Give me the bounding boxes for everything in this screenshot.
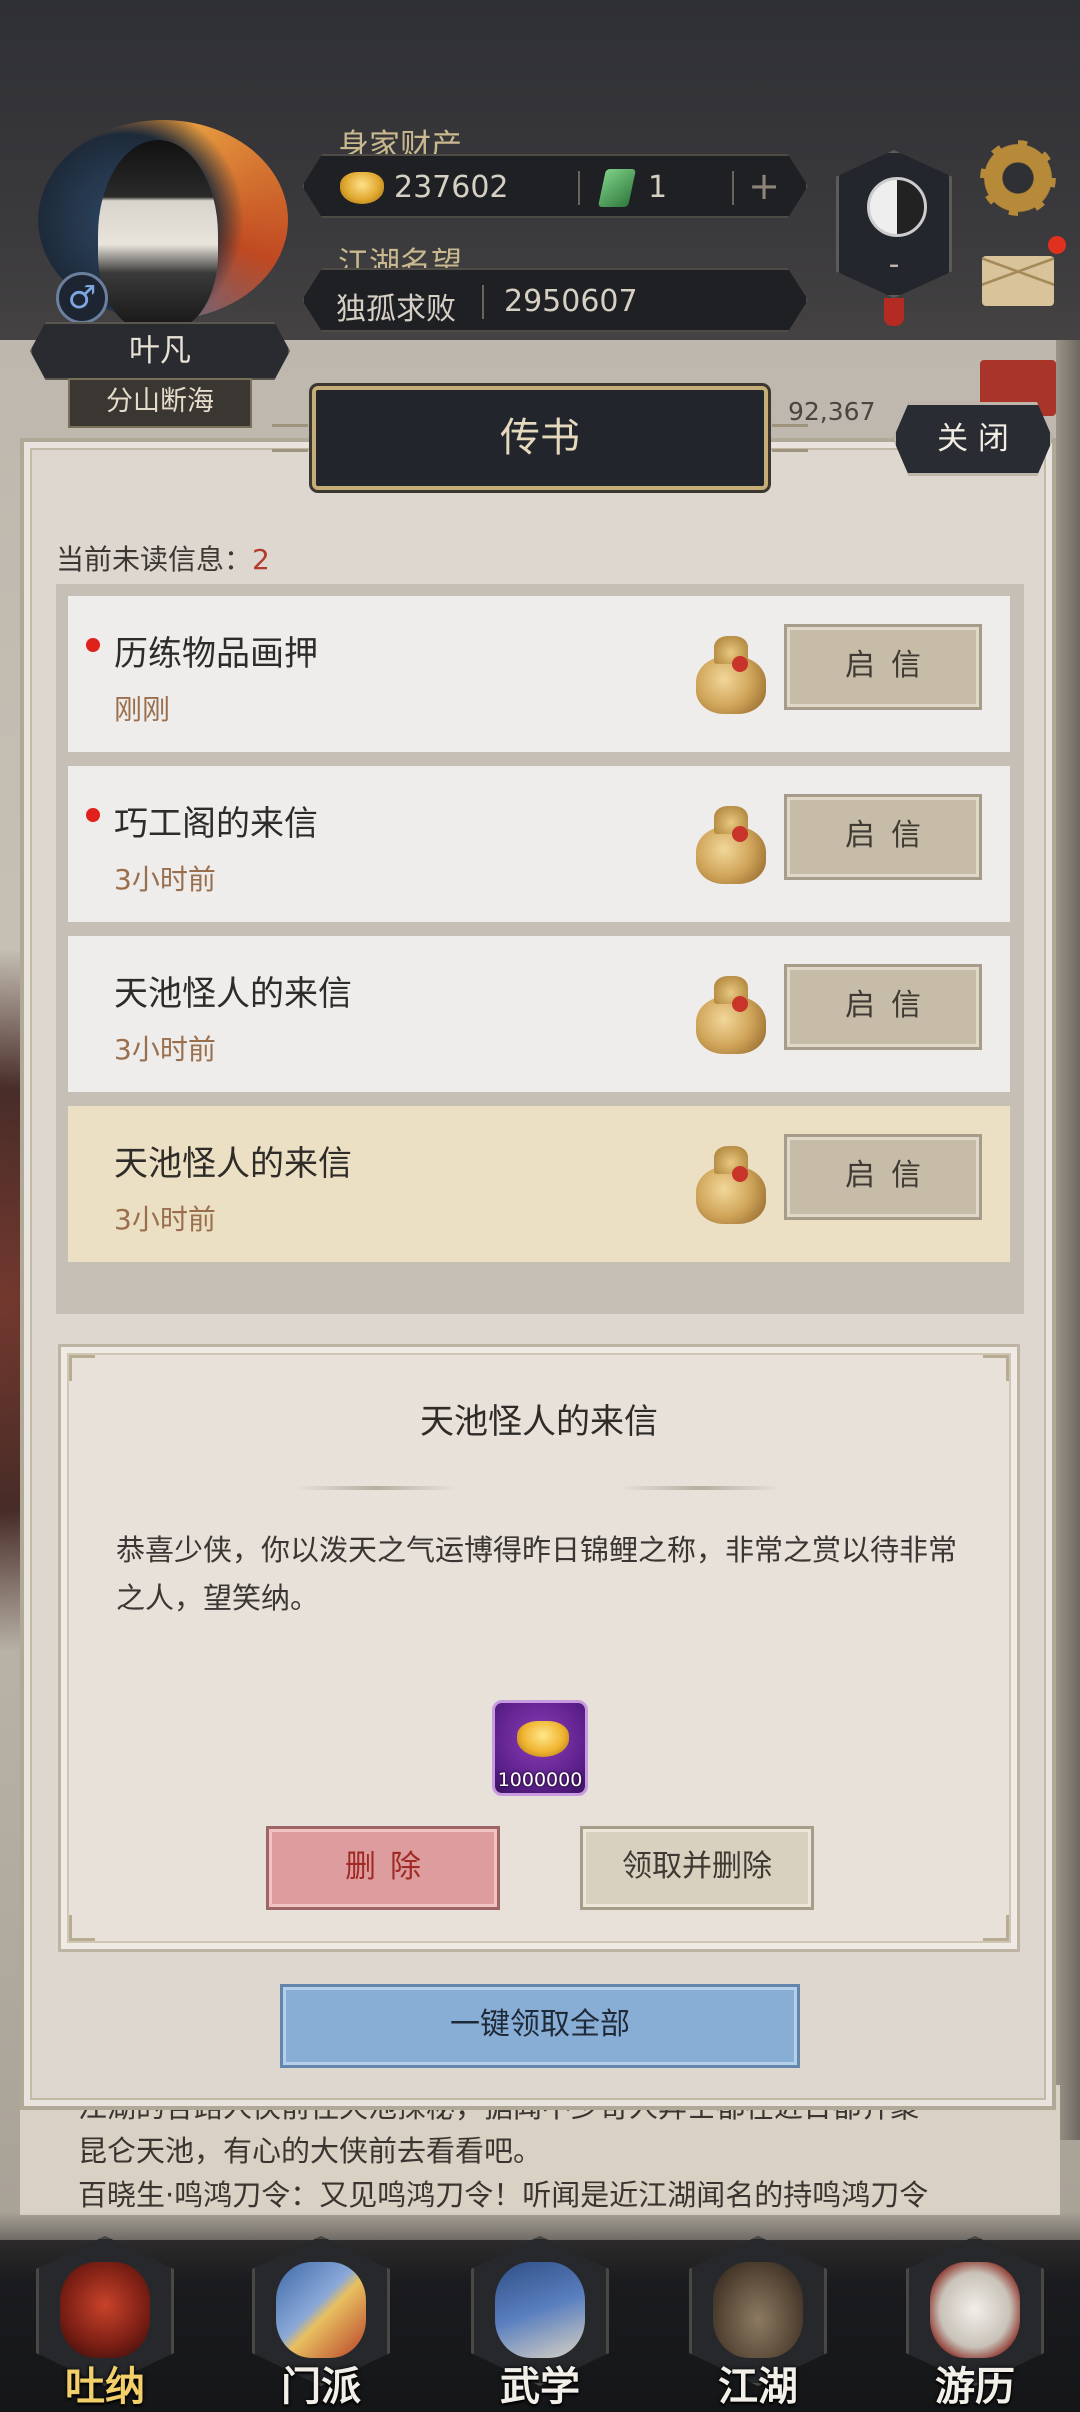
horse-icon bbox=[930, 2262, 1020, 2358]
nav-item-martial-arts[interactable]: 武学 bbox=[465, 2236, 615, 2412]
scene-edge bbox=[1056, 340, 1080, 2140]
message-item[interactable]: 历练物品画押 刚刚 启信 bbox=[68, 596, 1010, 752]
mail-notification-dot bbox=[1048, 236, 1066, 254]
nav-label: 游历 bbox=[935, 2363, 1015, 2410]
unread-count-label: 当前未读信息：2 bbox=[56, 538, 270, 578]
player-name: 叶凡 bbox=[30, 322, 290, 380]
open-letter-button[interactable]: 启信 bbox=[784, 624, 982, 710]
letter-body: 恭喜少侠，你以泼天之气运博得昨日锦鲤之称，非常之赏以待非常之人，望笑纳。 bbox=[116, 1533, 958, 1615]
meditation-icon bbox=[60, 2262, 150, 2358]
fame-value: 2950607 bbox=[504, 284, 638, 319]
message-time: 3小时前 bbox=[114, 1033, 216, 1066]
yinyang-icon bbox=[867, 177, 927, 237]
divider bbox=[482, 285, 484, 319]
nav-item-sect[interactable]: 门派 bbox=[246, 2236, 396, 2412]
open-letter-button[interactable]: 启信 bbox=[784, 794, 982, 880]
settings-gear-icon[interactable] bbox=[980, 140, 1056, 216]
divider bbox=[732, 171, 734, 205]
nav-label: 吐纳 bbox=[65, 2363, 145, 2410]
message-item[interactable]: 天池怪人的来信 3小时前 启信 bbox=[68, 936, 1010, 1092]
corner-ornament bbox=[983, 1915, 1009, 1941]
tassel-decoration bbox=[884, 298, 904, 326]
message-item[interactable]: 巧工阁的来信 3小时前 启信 bbox=[68, 766, 1010, 922]
gold-amount: 237602 bbox=[394, 170, 509, 205]
gold-ingot-icon bbox=[517, 1721, 569, 1757]
gold-ingot-reward-icon[interactable]: 1000000 bbox=[492, 1700, 588, 1796]
message-time: 3小时前 bbox=[114, 1203, 216, 1236]
open-letter-button[interactable]: 启信 bbox=[784, 1134, 982, 1220]
sect-name: 分山断海 bbox=[68, 378, 252, 428]
bamboo-hat-icon bbox=[713, 2262, 803, 2358]
nav-label: 江湖 bbox=[718, 2363, 798, 2410]
title-ornament bbox=[772, 424, 808, 452]
corner-ornament bbox=[983, 1355, 1009, 1381]
nav-item-meditation[interactable]: 吐纳 bbox=[30, 2236, 180, 2412]
reward-pouch-icon bbox=[694, 974, 768, 1056]
unread-label-text: 当前未读信息： bbox=[56, 543, 253, 576]
nav-item-travel[interactable]: 游历 bbox=[900, 2236, 1050, 2412]
corner-ornament bbox=[69, 1355, 95, 1381]
message-item-selected[interactable]: 天池怪人的来信 3小时前 启信 bbox=[68, 1106, 1010, 1262]
unread-dot bbox=[86, 638, 100, 652]
dialog-title: 传书 bbox=[312, 386, 768, 490]
sect-icon bbox=[276, 2262, 366, 2358]
fame-rank-title: 独孤求败 bbox=[336, 292, 456, 327]
message-title: 天池怪人的来信 bbox=[114, 1144, 352, 1184]
letter-title: 天池怪人的来信 bbox=[420, 1402, 658, 1442]
message-title: 天池怪人的来信 bbox=[114, 974, 352, 1014]
divider bbox=[578, 171, 580, 205]
message-title: 历练物品画押 bbox=[114, 634, 318, 674]
jade-ticket-icon bbox=[597, 169, 637, 207]
close-button[interactable]: 关 闭 bbox=[893, 402, 1053, 476]
masked-hero-portrait bbox=[98, 140, 218, 330]
corner-ornament bbox=[69, 1915, 95, 1941]
martial-books-icon bbox=[495, 2262, 585, 2358]
title-divider bbox=[296, 1486, 456, 1490]
title-divider bbox=[620, 1486, 780, 1490]
message-time: 刚刚 bbox=[114, 693, 171, 726]
nav-label: 武学 bbox=[500, 2363, 580, 2410]
male-gender-icon: ♂ bbox=[56, 272, 108, 324]
reward-pouch-icon bbox=[694, 1144, 768, 1226]
story-line: 昆仑天池，有心的大侠前去看看吧。 bbox=[78, 2134, 543, 2168]
nav-item-jianghu[interactable]: 江湖 bbox=[683, 2236, 833, 2412]
yinyang-value: - bbox=[888, 247, 900, 282]
mail-icon[interactable] bbox=[982, 256, 1054, 306]
title-ornament bbox=[272, 424, 308, 452]
message-title: 巧工阁的来信 bbox=[114, 804, 318, 844]
unread-dot bbox=[86, 808, 100, 822]
add-currency-button[interactable]: + bbox=[744, 167, 784, 208]
claim-and-delete-button[interactable]: 领取并删除 bbox=[580, 1826, 814, 1910]
yinyang-badge[interactable]: - bbox=[836, 150, 952, 298]
reward-pouch-icon bbox=[694, 804, 768, 886]
message-list[interactable]: 历练物品画押 刚刚 启信 巧工阁的来信 3小时前 启信 天池怪人的来信 3小时前… bbox=[56, 584, 1024, 1314]
gold-ingot-icon bbox=[340, 172, 384, 204]
unread-count: 2 bbox=[252, 543, 270, 576]
nav-label: 门派 bbox=[281, 2363, 361, 2410]
message-time: 3小时前 bbox=[114, 863, 216, 896]
reward-quantity: 1000000 bbox=[497, 1769, 583, 1791]
reward-pouch-icon bbox=[694, 634, 768, 716]
fame-bar: 独孤求败 2950607 bbox=[302, 268, 808, 332]
jade-amount: 1 bbox=[648, 170, 668, 205]
wealth-bar: 237602 1 + bbox=[302, 154, 808, 218]
open-letter-button[interactable]: 启信 bbox=[784, 964, 982, 1050]
delete-button[interactable]: 删除 bbox=[266, 1826, 500, 1910]
claim-all-button[interactable]: 一键领取全部 bbox=[280, 1984, 800, 2068]
story-line: 百晓生·鸣鸿刀令：又见鸣鸿刀令！听闻是近江湖闻名的持鸣鸿刀令 bbox=[78, 2178, 929, 2212]
